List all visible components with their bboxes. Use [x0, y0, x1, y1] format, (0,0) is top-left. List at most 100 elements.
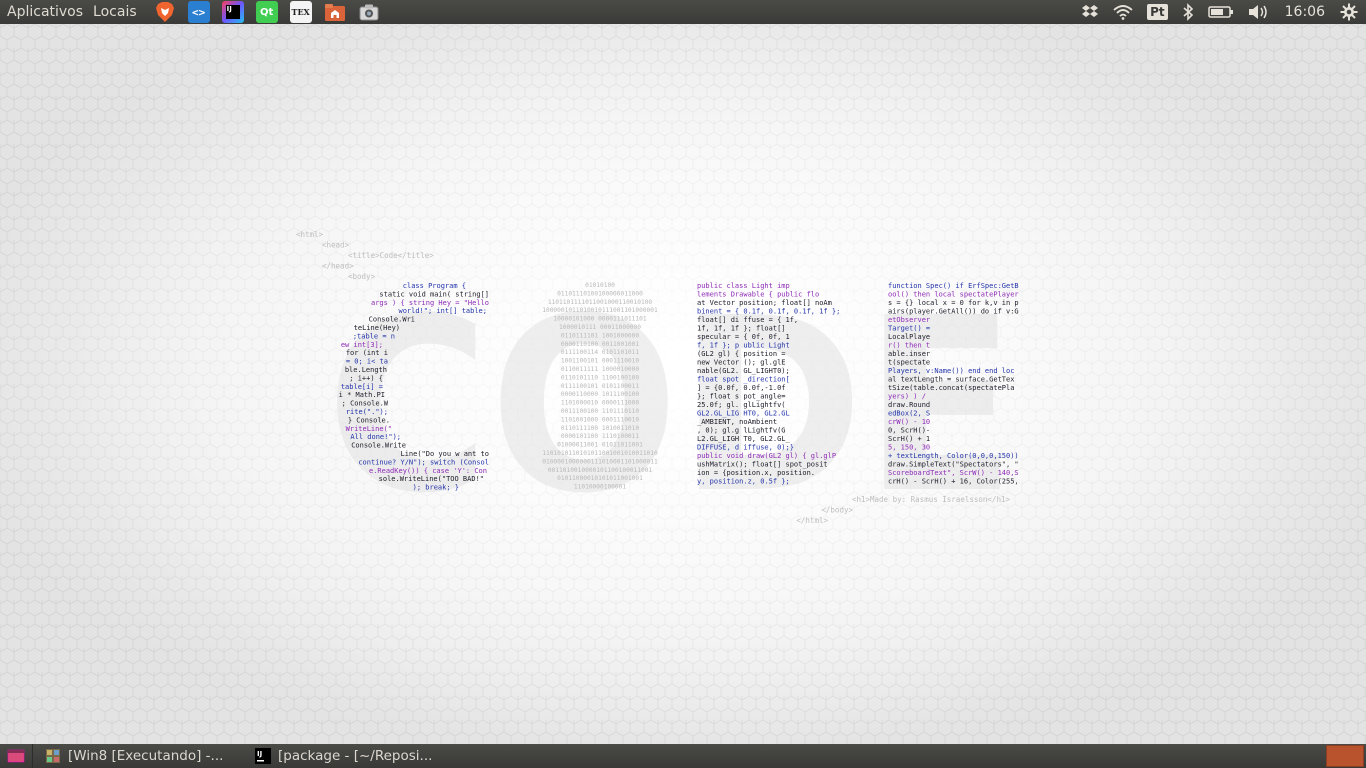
- intellij-idea-icon[interactable]: IJ: [221, 1, 244, 23]
- html-tag-line: </head>: [322, 262, 354, 271]
- code-line: ScrH() + 1: [888, 435, 930, 443]
- code-line: float[] di ffuse = { 1f,: [697, 316, 798, 324]
- system-tray: Pt 16:06: [1074, 0, 1366, 24]
- code-line: (GL2 gl) { position =: [697, 350, 786, 358]
- binary-line: 0110111101 1001000000: [561, 332, 640, 339]
- binary-line: 01000011001 01011011001: [557, 442, 643, 449]
- code-line: + textLength, Color(0,0,0,150)): [888, 452, 1019, 460]
- binary-line: 1101001000 0001110010: [561, 416, 640, 423]
- code-line: ; Console.W: [342, 400, 389, 408]
- places-menu[interactable]: Locais: [88, 0, 142, 24]
- code-line: rite(".");: [346, 408, 388, 416]
- html-tag-line: </html>: [796, 516, 828, 525]
- html-tag-line: <h1>Made by: Rasmus Israelsson</h1>: [852, 495, 1011, 504]
- binary-line: 0100001000000111010001101000011: [542, 458, 658, 465]
- code-line: public class Light imp: [697, 282, 790, 290]
- show-desktop-button[interactable]: [0, 744, 33, 768]
- binary-line: 0111100114 0101101011: [561, 349, 640, 356]
- code-line: draw.SimpleText("Spectators", ": [888, 461, 1019, 469]
- screenshot-camera-icon[interactable]: [358, 1, 380, 23]
- bottom-panel: [Win8 [Executando] -... IJ [package - [~…: [0, 744, 1366, 768]
- code-line: f, 1f }; p ublic Light: [697, 342, 790, 350]
- binary-line: 1101010110101011001001010011010: [542, 450, 658, 457]
- code-line: new Vector (); gl.glE: [697, 359, 786, 367]
- code-line: float spot _direction[: [697, 376, 790, 384]
- code-line: teLine(Hey): [354, 324, 400, 332]
- vscode-editor-icon[interactable]: <>: [187, 1, 210, 23]
- code-line: yers) ) /: [888, 393, 926, 401]
- volume-icon[interactable]: [1241, 0, 1277, 24]
- code-line: ion = {position.x, position.: [697, 469, 815, 477]
- texmaker-icon[interactable]: TEX: [289, 1, 312, 23]
- code-line: LocalPlaye: [888, 333, 930, 341]
- code-line: r() then t: [888, 342, 930, 350]
- binary-line: 1001100101 0001110010: [561, 358, 640, 365]
- battery-icon[interactable]: [1201, 0, 1241, 24]
- code-line: Target() =: [888, 325, 930, 333]
- brave-browser-icon[interactable]: [154, 1, 176, 23]
- code-line: y, position.z, 0.5f };: [697, 478, 790, 486]
- code-line: crW() - 10: [888, 418, 930, 426]
- code-line: } Console.: [348, 416, 390, 424]
- home-folder-icon[interactable]: [324, 1, 346, 23]
- code-line: s = {} local x = 0 for k,v in p: [888, 299, 1019, 307]
- code-line: e.ReadKey()) { case 'Y': Con: [369, 467, 487, 475]
- code-line: L2.GL_LIGH T0, GL2.GL_: [697, 435, 791, 443]
- code-line: binent = { 0.1f, 0.1f, 0.1f, 1f };: [697, 308, 840, 316]
- code-line: etObserver: [888, 316, 930, 324]
- code-line: Console.Wri: [369, 316, 415, 324]
- code-line: _AMBIENT, noAmbient: [697, 418, 777, 426]
- top-panel: Aplicativos Locais <> IJ Qt TEX Pt 16:06: [0, 0, 1366, 24]
- binary-line: 1101101111011001000110010100: [548, 299, 653, 306]
- binary-line: 01010100: [585, 282, 615, 289]
- binary-line: 01101110100100000011000: [557, 290, 643, 297]
- taskbar-item-intellij[interactable]: IJ [package - [~/Reposi...: [247, 745, 443, 767]
- code-line: args ) { string Hey = "Hello: [371, 299, 489, 307]
- task-label: [Win8 [Executando] -...: [68, 748, 224, 764]
- code-line: public void draw(GL2 gl) { gl.glP: [697, 452, 836, 460]
- dropbox-icon[interactable]: [1074, 0, 1106, 24]
- html-tag-line: <head>: [322, 241, 350, 250]
- code-line: nable(GL2. GL_LIGHT0);: [697, 367, 790, 375]
- code-line: i * Math.PI: [339, 391, 385, 399]
- code-line: draw.Round: [888, 401, 930, 409]
- code-line: function Spec() if ErfSpec:GetB: [888, 282, 1019, 290]
- binary-line: 0011010010000101100100011001: [548, 467, 653, 474]
- code-line: Players, v:Name()) end end loc: [888, 367, 1014, 375]
- binary-line: 1000001011010010111001101000001: [542, 307, 658, 314]
- code-line: 5, 150, 30: [888, 444, 930, 452]
- code-line: al textLength = surface.GetTex: [888, 376, 1014, 384]
- letter-e-code: function Spec() if ErfSpec:GetBool() the…: [888, 282, 1019, 486]
- workspace-switcher[interactable]: [1326, 745, 1364, 767]
- code-line: t(spectate: [888, 359, 930, 367]
- code-line: at Vector position; float[] noAm: [697, 299, 832, 307]
- code-line: crH() - ScrH() + 16, Color(255,: [888, 478, 1019, 486]
- keyboard-layout-indicator[interactable]: Pt: [1140, 0, 1175, 24]
- code-wallpaper: CODE <html><head><title>Code</title></he…: [296, 230, 1019, 546]
- html-tag-line: <html>: [296, 230, 324, 239]
- bluetooth-icon[interactable]: [1175, 0, 1201, 24]
- binary-line: 0000101100 1110100011: [561, 433, 640, 440]
- code-line: lements Drawable { public flo: [697, 291, 819, 299]
- code-line: for (int i: [346, 349, 388, 357]
- code-line: ;table = n: [353, 332, 395, 340]
- settings-gear-icon[interactable]: [1333, 0, 1366, 24]
- code-line: specular = { 0f, 0f, 1: [697, 333, 790, 341]
- code-line: ; i++) {: [349, 374, 383, 382]
- code-line: }; float s pot_angle=: [697, 393, 786, 401]
- task-label: [package - [~/Reposi...: [278, 748, 433, 764]
- code-line: ool() then local spectatePlayer: [888, 291, 1019, 299]
- binary-line: 01011000010101011001001: [557, 475, 643, 482]
- code-line: 1f, 1f, 1f }; float[]: [697, 325, 786, 333]
- desktop[interactable]: CODE <html> <head> <title>Code</title> </he…: [0, 24, 1366, 744]
- code-line: continue? Y/N"); switch (Consol: [358, 458, 489, 466]
- code-line: able.inser: [888, 350, 930, 358]
- qt-creator-icon[interactable]: Qt: [255, 1, 278, 23]
- wifi-icon[interactable]: [1106, 0, 1140, 24]
- code-line: ble.Length: [345, 366, 387, 374]
- applications-menu[interactable]: Aplicativos: [0, 0, 88, 24]
- code-line: 0, ScrH()-: [888, 427, 930, 435]
- taskbar-item-virtualbox[interactable]: [Win8 [Executando] -...: [37, 745, 233, 767]
- clock[interactable]: 16:06: [1277, 4, 1333, 20]
- code-line: airs(player.GetAll()) do if v:G: [888, 308, 1019, 316]
